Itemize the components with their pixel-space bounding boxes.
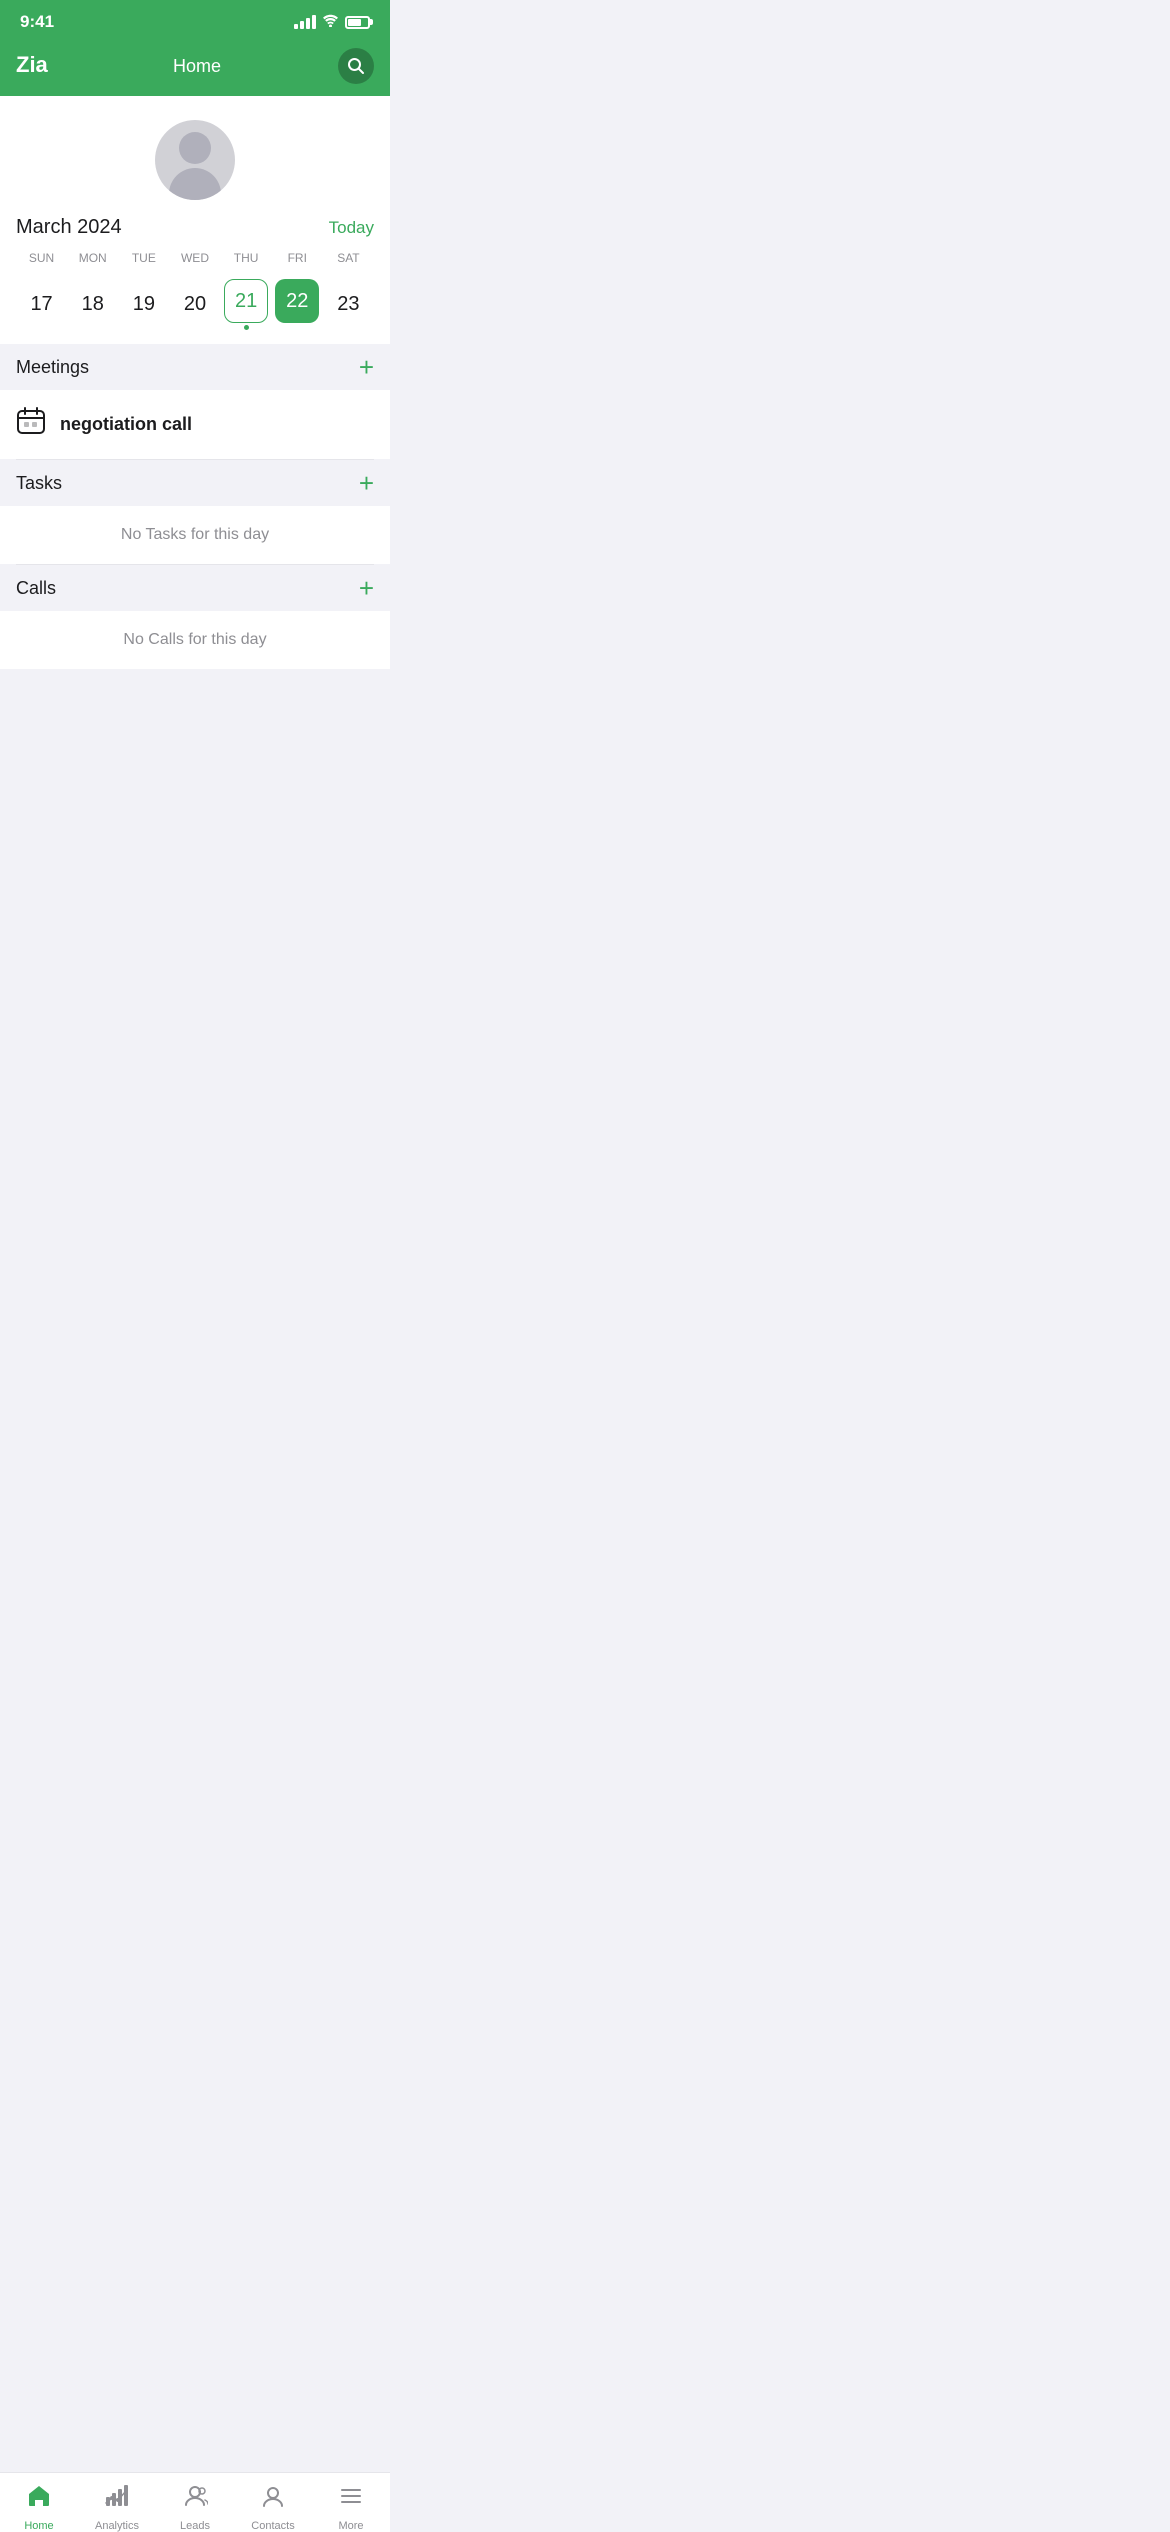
no-tasks-message: No Tasks for this day bbox=[0, 506, 390, 564]
page-title: Home bbox=[173, 56, 221, 77]
gray-fill bbox=[0, 669, 390, 869]
date-18[interactable]: 18 bbox=[67, 273, 118, 336]
day-wed: WED bbox=[169, 247, 220, 269]
add-meeting-button[interactable]: + bbox=[359, 354, 374, 380]
tasks-title: Tasks bbox=[16, 473, 62, 494]
date-21[interactable]: 21 bbox=[221, 273, 272, 336]
status-time: 9:41 bbox=[20, 12, 54, 32]
nav-contacts[interactable]: Contacts bbox=[234, 2483, 312, 2532]
bottom-nav: Home Analytics bbox=[0, 2472, 390, 2532]
analytics-label: Analytics bbox=[95, 2520, 139, 2532]
status-icons bbox=[294, 14, 370, 30]
date-17[interactable]: 17 bbox=[16, 273, 67, 336]
add-task-button[interactable]: + bbox=[359, 470, 374, 496]
day-sun: SUN bbox=[16, 247, 67, 269]
scrollable-content: March 2024 Today SUN MON TUE WED THU FRI… bbox=[0, 96, 390, 952]
header: Zia Home bbox=[0, 44, 390, 96]
day-mon: MON bbox=[67, 247, 118, 269]
no-calls-message: No Calls for this day bbox=[0, 611, 390, 669]
battery-icon bbox=[345, 16, 370, 29]
avatar bbox=[155, 120, 235, 200]
tasks-section-header: Tasks + bbox=[0, 460, 390, 506]
leads-icon bbox=[182, 2483, 208, 2516]
calendar-day-labels: SUN MON TUE WED THU FRI SAT bbox=[16, 247, 374, 269]
meeting-title: negotiation call bbox=[60, 414, 192, 435]
status-bar: 9:41 bbox=[0, 0, 390, 44]
signal-icon bbox=[294, 15, 316, 29]
day-thu: THU bbox=[221, 247, 272, 269]
nav-analytics[interactable]: Analytics bbox=[78, 2483, 156, 2532]
date-22[interactable]: 22 bbox=[272, 273, 323, 336]
more-label: More bbox=[338, 2520, 363, 2532]
day-fri: FRI bbox=[272, 247, 323, 269]
calendar-month: March 2024 bbox=[16, 216, 122, 239]
app-logo: Zia bbox=[16, 48, 56, 84]
leads-label: Leads bbox=[180, 2520, 210, 2532]
nav-home[interactable]: Home bbox=[0, 2483, 78, 2532]
svg-text:Zia: Zia bbox=[16, 52, 49, 77]
meeting-item[interactable]: negotiation call bbox=[0, 390, 390, 459]
day-sat: SAT bbox=[323, 247, 374, 269]
calls-section-header: Calls + bbox=[0, 565, 390, 611]
meetings-section-header: Meetings + bbox=[0, 344, 390, 390]
date-20[interactable]: 20 bbox=[169, 273, 220, 336]
avatar-section bbox=[0, 96, 390, 216]
calendar-dates: 17 18 19 20 21 22 bbox=[16, 273, 374, 336]
meeting-calendar-icon bbox=[16, 406, 46, 443]
home-label: Home bbox=[24, 2520, 53, 2532]
day-tue: TUE bbox=[118, 247, 169, 269]
meetings-title: Meetings bbox=[16, 357, 89, 378]
nav-leads[interactable]: Leads bbox=[156, 2483, 234, 2532]
add-call-button[interactable]: + bbox=[359, 575, 374, 601]
wifi-icon bbox=[322, 14, 339, 30]
contacts-icon bbox=[260, 2483, 286, 2516]
calendar-section: March 2024 Today SUN MON TUE WED THU FRI… bbox=[0, 216, 390, 344]
date-23[interactable]: 23 bbox=[323, 273, 374, 336]
analytics-icon bbox=[104, 2483, 130, 2516]
calls-title: Calls bbox=[16, 578, 56, 599]
today-button[interactable]: Today bbox=[329, 218, 374, 238]
contacts-label: Contacts bbox=[251, 2520, 294, 2532]
home-icon bbox=[26, 2483, 52, 2516]
search-button[interactable] bbox=[338, 48, 374, 84]
more-icon bbox=[338, 2483, 364, 2516]
date-19[interactable]: 19 bbox=[118, 273, 169, 336]
nav-more[interactable]: More bbox=[312, 2483, 390, 2532]
